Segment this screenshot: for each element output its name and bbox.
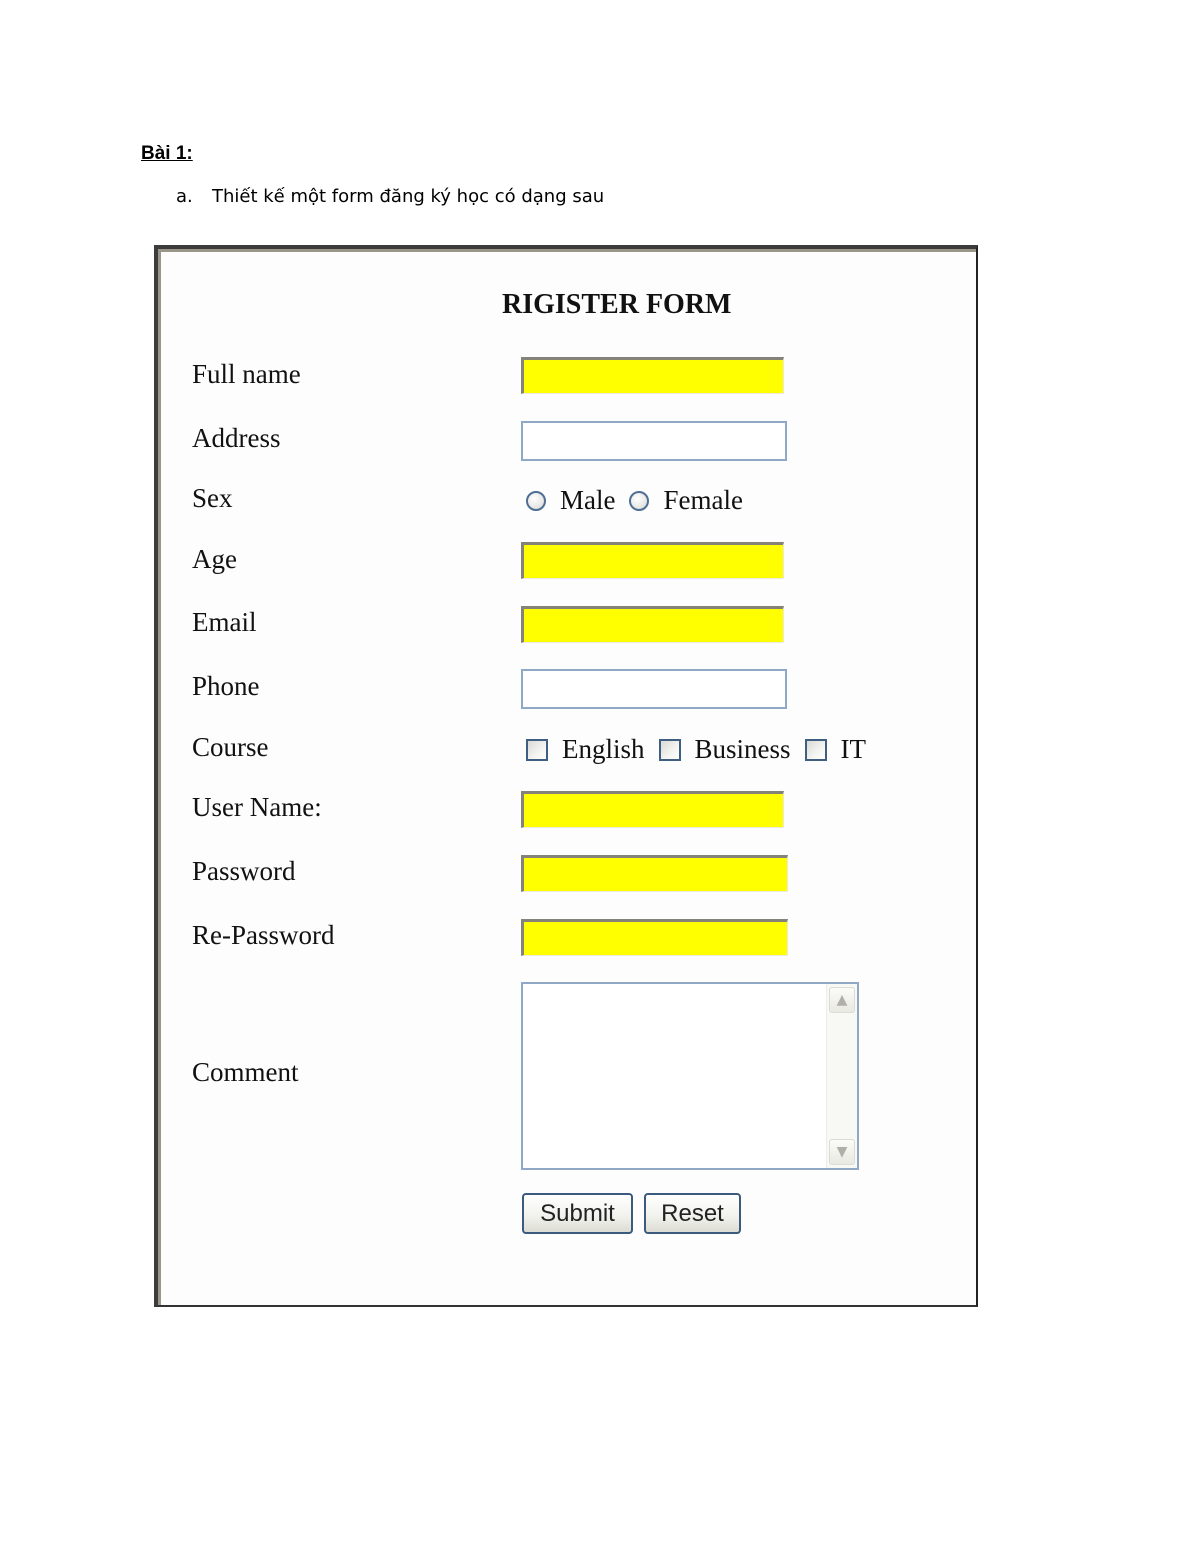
label-full-name: Full name: [192, 359, 301, 389]
label-course: Course: [192, 732, 269, 762]
email-input[interactable]: [521, 606, 784, 643]
sex-radio-group: Male Female: [526, 485, 757, 516]
list-marker: a.: [176, 186, 193, 207]
full-name-input[interactable]: [521, 357, 784, 394]
label-age: Age: [192, 544, 237, 574]
scroll-up-arrow-icon[interactable]: ▲: [829, 987, 855, 1013]
comment-textarea[interactable]: ▲ ▼: [521, 982, 859, 1170]
radio-male[interactable]: [526, 490, 546, 511]
label-user-name: User Name:: [192, 792, 322, 822]
exercise-heading: Bài 1:: [141, 143, 193, 164]
age-input[interactable]: [521, 542, 784, 579]
submit-button[interactable]: Submit: [522, 1193, 633, 1234]
re-password-input[interactable]: [521, 919, 788, 956]
label-password: Password: [192, 856, 296, 886]
address-input[interactable]: [521, 421, 787, 461]
checkbox-business-label[interactable]: Business: [695, 734, 791, 765]
user-name-input[interactable]: [521, 791, 784, 828]
label-sex: Sex: [192, 483, 233, 513]
checkbox-it[interactable]: [804, 738, 827, 761]
label-address: Address: [192, 423, 281, 453]
phone-input[interactable]: [521, 669, 787, 709]
checkbox-english-label[interactable]: English: [562, 734, 645, 765]
radio-male-label[interactable]: Male: [560, 485, 615, 516]
form-screenshot-frame: RIGISTER FORM Full name Address Sex Age …: [154, 245, 978, 1307]
scroll-down-arrow-icon[interactable]: ▼: [829, 1139, 855, 1165]
form-title: RIGISTER FORM: [502, 289, 732, 320]
label-re-password: Re-Password: [192, 920, 335, 950]
checkbox-it-label[interactable]: IT: [841, 734, 866, 765]
radio-female[interactable]: [629, 490, 650, 511]
checkbox-business[interactable]: [658, 738, 681, 761]
label-comment: Comment: [192, 1057, 299, 1087]
reset-button[interactable]: Reset: [644, 1193, 741, 1234]
radio-female-label[interactable]: Female: [663, 485, 742, 516]
password-input[interactable]: [521, 855, 788, 892]
exercise-item: a. Thiết kế một form đăng ký học có dạng…: [176, 186, 604, 207]
label-email: Email: [192, 607, 257, 637]
comment-scrollbar[interactable]: ▲ ▼: [826, 984, 857, 1168]
exercise-instruction: Thiết kế một form đăng ký học có dạng sa…: [212, 186, 605, 207]
checkbox-english[interactable]: [526, 738, 548, 761]
label-phone: Phone: [192, 671, 260, 701]
course-checkbox-group: English Business IT: [526, 734, 880, 765]
